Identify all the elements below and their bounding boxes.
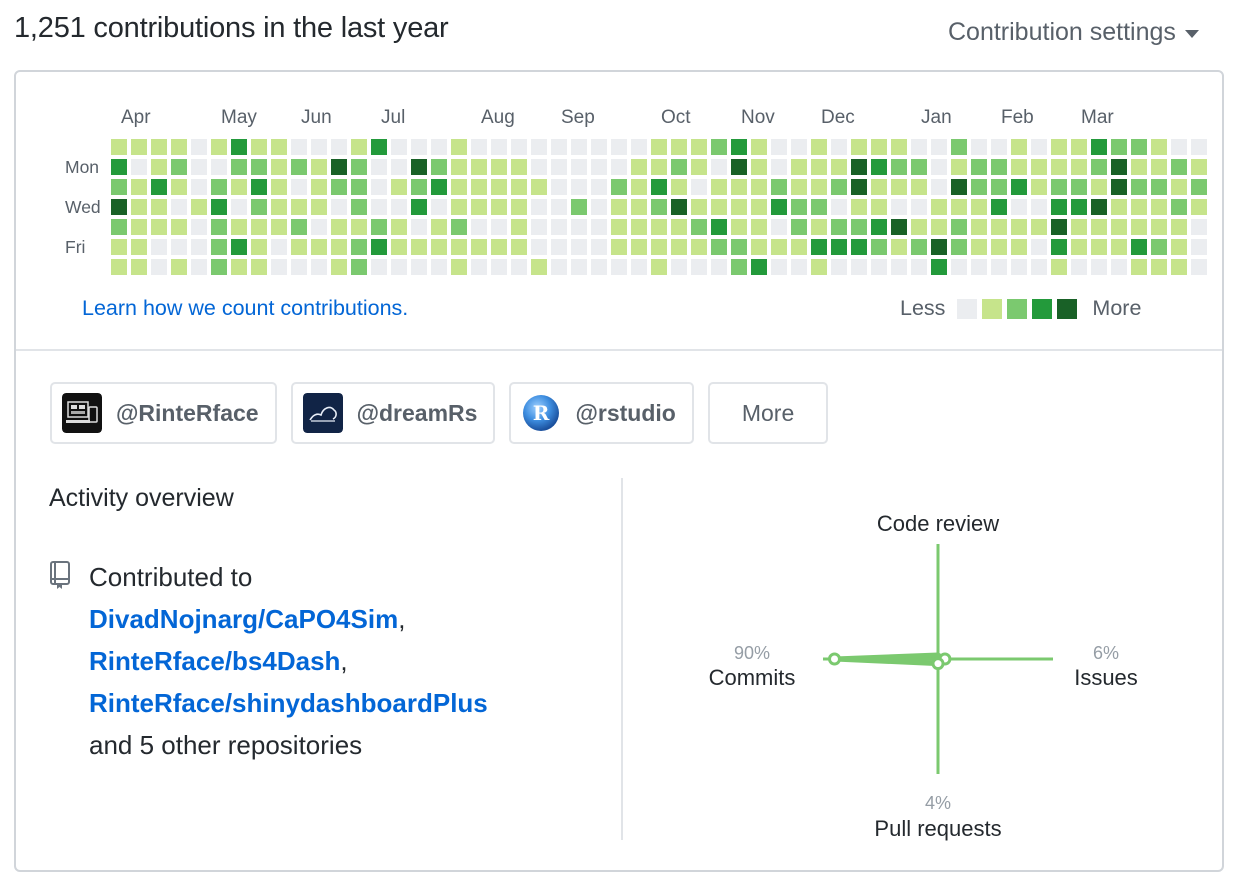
activity-radar-chart: Code review Issues6% Pull requests 4% Commit… [709, 511, 1138, 841]
radar-axis-label: Issues [1074, 665, 1138, 690]
radar-point [828, 652, 841, 666]
contribution-card: Apr May Jun Jul Aug Sep Oct Nov Dec Jan Feb Mar Mon W… [14, 70, 1224, 872]
contribution-settings-label: Contribution settings [948, 18, 1176, 46]
radar-area [832, 652, 948, 667]
radar-axis-label: Code review [877, 511, 999, 536]
radar-axis-label: Commits [709, 665, 796, 690]
radar-point [931, 657, 945, 671]
radar-percent-label: 6% [1093, 643, 1119, 663]
radar-axis-label: Pull requests [874, 816, 1001, 841]
contribution-settings-dropdown[interactable]: Contribution settings [948, 18, 1199, 47]
contributions-heading: 1,251 contributions in the last year [14, 12, 449, 44]
caret-down-icon [1184, 29, 1199, 38]
radar-percent-label: 90% [734, 643, 770, 663]
radar-percent-label: 4% [925, 793, 951, 813]
